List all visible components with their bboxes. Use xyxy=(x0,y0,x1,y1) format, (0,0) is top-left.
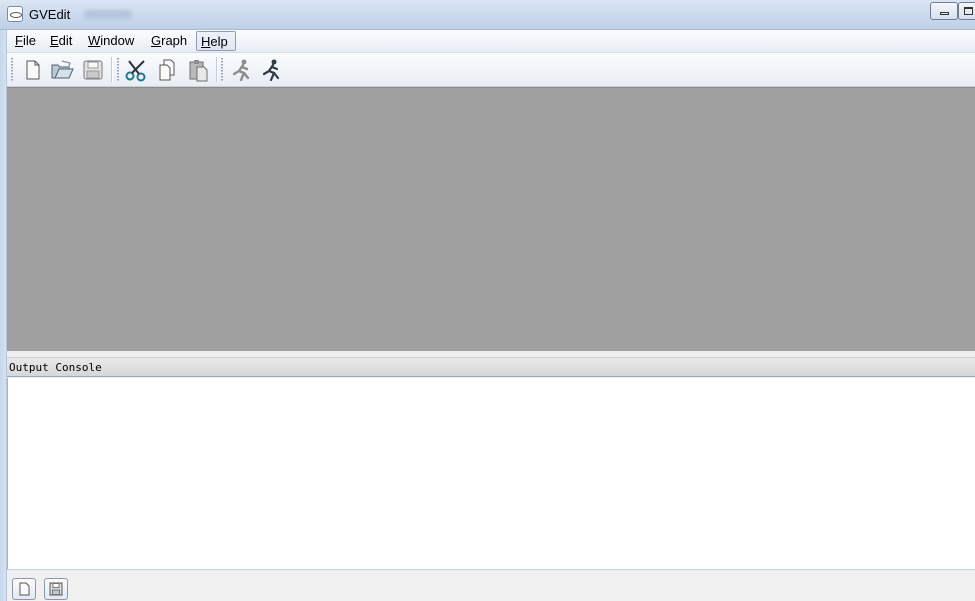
copy-icon xyxy=(159,59,175,81)
new-file-icon xyxy=(26,60,40,80)
output-console-header[interactable]: Output Console xyxy=(7,357,975,377)
save-disk-icon xyxy=(83,60,103,80)
run-runner-icon xyxy=(262,59,280,82)
toolbar-grip[interactable] xyxy=(11,58,13,82)
save-file-button[interactable] xyxy=(80,57,106,83)
toolbar xyxy=(7,53,975,87)
layout-runner-icon xyxy=(232,59,250,82)
status-new-button[interactable] xyxy=(12,578,36,600)
cut-scissors-icon xyxy=(125,60,146,82)
status-bar xyxy=(7,571,975,601)
menu-bar: File Edit Window Graph Help xyxy=(7,30,975,53)
output-console-text[interactable] xyxy=(7,378,975,570)
menu-edit[interactable]: Edit xyxy=(46,31,76,51)
graph-workspace[interactable] xyxy=(7,87,975,352)
save-disk-icon xyxy=(49,582,63,596)
toolbar-separator xyxy=(111,57,113,82)
toolbar-separator xyxy=(216,57,218,82)
toolbar-grip[interactable] xyxy=(221,58,223,82)
title-blurred-text xyxy=(84,10,132,19)
open-file-button[interactable] xyxy=(49,57,75,83)
maximize-button[interactable] xyxy=(958,2,975,20)
menu-file[interactable]: File xyxy=(11,31,40,51)
paste-icon xyxy=(189,60,208,82)
minimize-button[interactable] xyxy=(930,2,958,20)
cut-button[interactable] xyxy=(123,57,149,83)
window-frame-left xyxy=(0,29,7,601)
menu-help[interactable]: Help xyxy=(196,31,236,51)
status-save-button[interactable] xyxy=(44,578,68,600)
app-icon[interactable] xyxy=(7,6,23,22)
window-title: GVEdit xyxy=(29,7,71,22)
menu-graph[interactable]: Graph xyxy=(147,31,191,51)
title-bar: GVEdit xyxy=(0,0,975,30)
new-file-button[interactable] xyxy=(19,57,45,83)
run-button[interactable] xyxy=(258,57,284,83)
layout-button[interactable] xyxy=(228,57,254,83)
open-folder-icon xyxy=(51,60,74,79)
output-console-title: Output Console xyxy=(9,361,102,374)
copy-button[interactable] xyxy=(154,57,180,83)
menu-window[interactable]: Window xyxy=(84,31,138,51)
toolbar-grip[interactable] xyxy=(117,58,119,82)
paste-button[interactable] xyxy=(185,57,211,83)
new-file-icon xyxy=(19,582,30,596)
